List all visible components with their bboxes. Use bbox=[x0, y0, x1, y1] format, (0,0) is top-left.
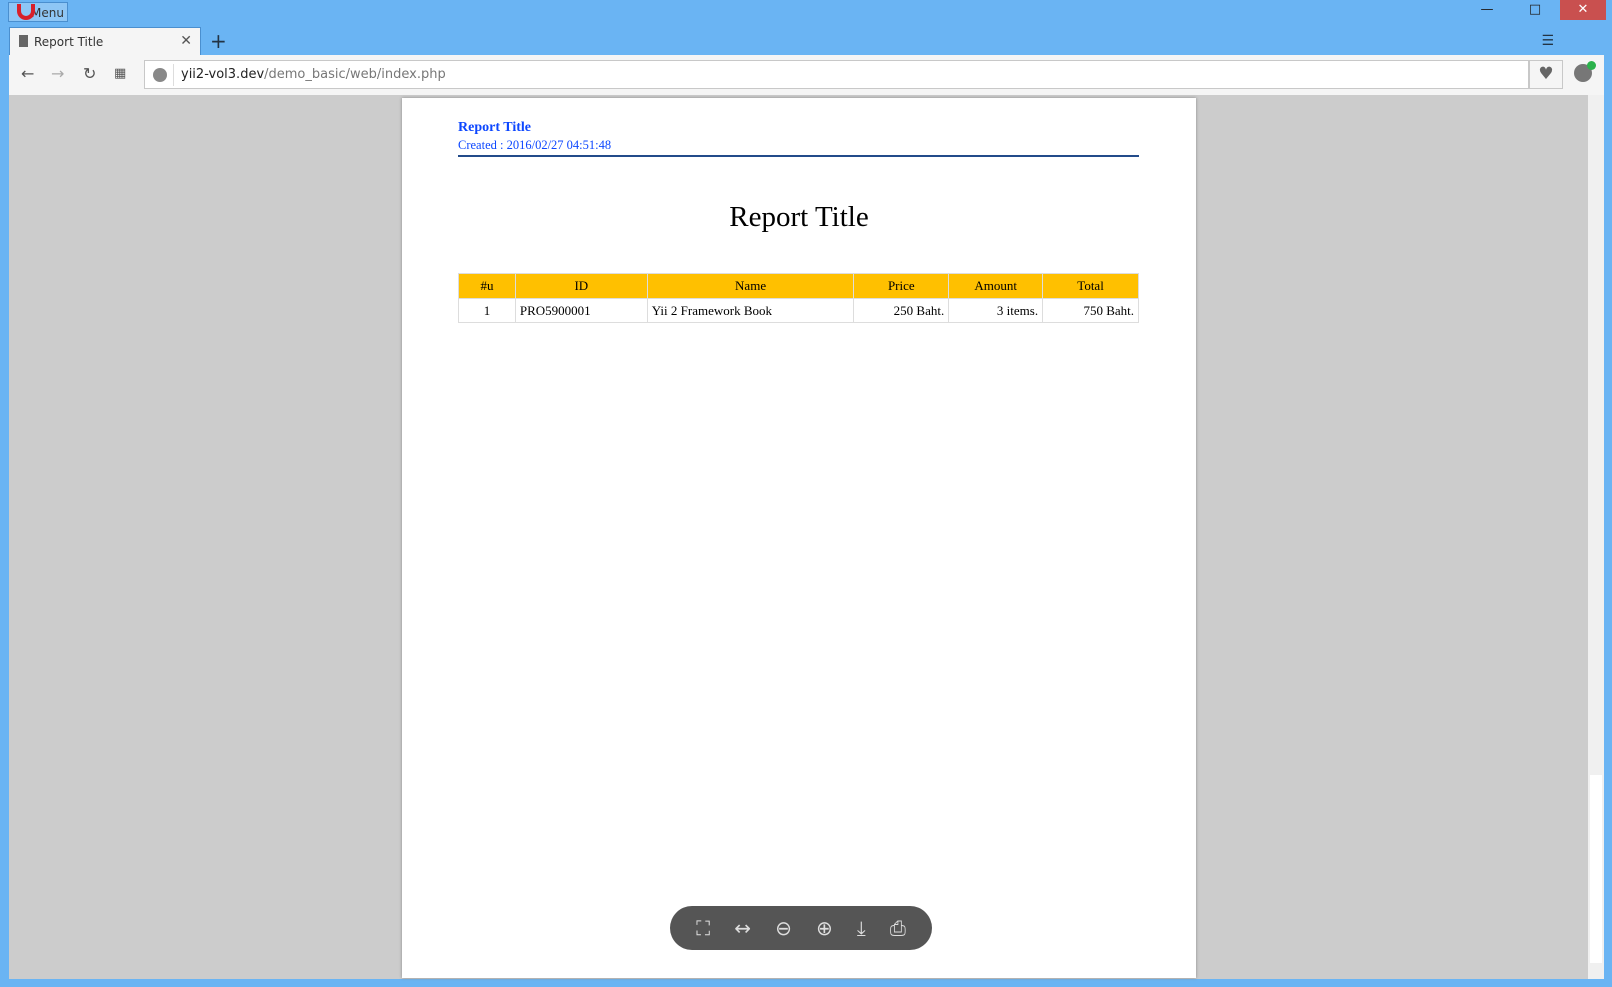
column-header: #u bbox=[458, 273, 516, 299]
cell-number: 1 bbox=[458, 298, 516, 323]
close-window-button[interactable]: ✕ bbox=[1560, 0, 1606, 20]
report-title: Report Title bbox=[729, 201, 869, 233]
speed-dial-icon[interactable]: ▦ bbox=[114, 66, 126, 81]
column-header: Amount bbox=[948, 273, 1044, 299]
cell-name: Yii 2 Framework Book bbox=[646, 298, 855, 323]
url-path: /demo_basic/web/index.php bbox=[264, 67, 446, 82]
header-divider bbox=[458, 155, 1139, 157]
cell-price: 250 Baht. bbox=[853, 298, 950, 323]
browser-toolbar: ← → ↻ ▦ yii2-vol3.dev/demo_basic/web/ind… bbox=[9, 55, 1604, 95]
maximize-button[interactable]: □ bbox=[1512, 0, 1558, 20]
zoom-out-icon[interactable]: ⊖ bbox=[775, 916, 792, 940]
profile-icon[interactable] bbox=[1574, 61, 1596, 82]
new-tab-button[interactable]: + bbox=[210, 29, 227, 53]
tab-menu-icon[interactable]: ☰ bbox=[1541, 33, 1554, 49]
document-icon bbox=[19, 35, 28, 47]
pdf-viewer: Report Title Created : 2016/02/27 04:51:… bbox=[9, 95, 1604, 979]
forward-icon[interactable]: → bbox=[51, 64, 64, 83]
bookmark-heart-icon[interactable]: ♥ bbox=[1529, 60, 1563, 89]
cell-id: PRO5900001 bbox=[514, 298, 648, 323]
scrollbar[interactable] bbox=[1588, 95, 1604, 979]
cell-amount: 3 items. bbox=[948, 298, 1044, 323]
column-header: Total bbox=[1042, 273, 1139, 299]
back-icon[interactable]: ← bbox=[21, 64, 34, 83]
close-tab-icon[interactable]: ✕ bbox=[180, 33, 192, 49]
menu-label: Menu bbox=[31, 6, 64, 20]
reload-icon[interactable]: ↻ bbox=[83, 64, 96, 83]
download-icon[interactable]: ⤓ bbox=[857, 916, 866, 940]
table-row: 1 PRO5900001 Yii 2 Framework Book 250 Ba… bbox=[458, 298, 1139, 323]
print-icon[interactable]: ⎙ bbox=[890, 916, 906, 940]
cell-total: 750 Baht. bbox=[1042, 298, 1139, 323]
address-bar[interactable]: yii2-vol3.dev/demo_basic/web/index.php bbox=[144, 60, 1529, 89]
zoom-in-icon[interactable]: ⊕ bbox=[816, 916, 833, 940]
minimize-button[interactable]: — bbox=[1464, 0, 1510, 20]
created-date: Created : 2016/02/27 04:51:48 bbox=[458, 138, 612, 152]
column-header: ID bbox=[514, 273, 648, 299]
scrollbar-thumb[interactable] bbox=[1590, 775, 1602, 963]
table-header-row: #u ID Name Price Amount Total bbox=[458, 273, 1139, 299]
column-header: Price bbox=[853, 273, 950, 299]
tab-label: Report Title bbox=[34, 35, 104, 49]
divider bbox=[173, 64, 174, 86]
header-title: Report Title bbox=[458, 120, 531, 135]
column-header: Name bbox=[646, 273, 855, 299]
fit-width-icon[interactable]: ↔ bbox=[734, 916, 751, 940]
globe-icon bbox=[153, 68, 167, 82]
pdf-toolbar: ⛶ ↔ ⊖ ⊕ ⤓ ⎙ bbox=[670, 906, 932, 950]
report-table: #u ID Name Price Amount Total 1 PRO59000… bbox=[458, 273, 1139, 323]
url-host: yii2-vol3.dev bbox=[181, 67, 265, 82]
fit-page-icon[interactable]: ⛶ bbox=[696, 916, 710, 940]
menu-button[interactable]: Menu bbox=[8, 2, 68, 22]
tab-report-title[interactable]: Report Title ✕ bbox=[9, 27, 201, 55]
pdf-page: Report Title Created : 2016/02/27 04:51:… bbox=[402, 98, 1196, 978]
